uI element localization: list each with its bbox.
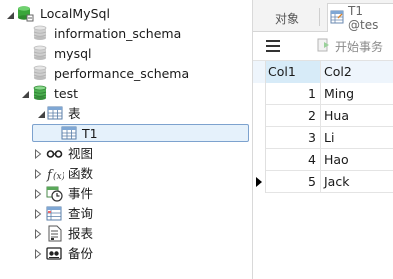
cell-col2[interactable]: Ming bbox=[321, 83, 393, 105]
row-gutter[interactable] bbox=[253, 127, 266, 149]
cell-col1[interactable]: 5 bbox=[266, 171, 321, 193]
folder-views-label[interactable]: 视图 bbox=[68, 144, 93, 164]
svg-text:(x): (x) bbox=[53, 171, 64, 182]
expand-arrow-icon[interactable] bbox=[33, 169, 43, 179]
expand-arrow-icon[interactable] bbox=[33, 229, 43, 239]
current-row-arrow-icon bbox=[256, 177, 262, 187]
cell-col2[interactable]: Jack bbox=[321, 171, 393, 193]
row-gutter[interactable] bbox=[253, 105, 266, 127]
table-editor-panel: 对象 T1 @tes 开始事务 Col1 Col2 1 Ming 2 Hua 3… bbox=[252, 0, 393, 279]
table-row[interactable]: 2 Hua bbox=[253, 105, 393, 127]
table-row[interactable]: 3 Li bbox=[253, 127, 393, 149]
row-gutter-header bbox=[253, 61, 266, 83]
database-item-test[interactable]: test bbox=[54, 84, 78, 104]
folder-queries-label[interactable]: 查询 bbox=[68, 204, 93, 224]
database-icon bbox=[33, 25, 49, 41]
cell-col1[interactable]: 3 bbox=[266, 127, 321, 149]
database-item-information-schema[interactable]: information_schema bbox=[54, 24, 181, 44]
expand-arrow-icon[interactable] bbox=[33, 249, 43, 259]
database-item-mysql[interactable]: mysql bbox=[54, 44, 92, 64]
collapse-arrow-icon[interactable] bbox=[36, 109, 46, 119]
tab-table-t1[interactable]: T1 @tes bbox=[327, 3, 393, 32]
collapse-arrow-icon[interactable] bbox=[5, 10, 15, 20]
row-gutter[interactable] bbox=[253, 171, 266, 193]
table-row[interactable]: 4 Hao bbox=[253, 149, 393, 171]
tab-t1-label: T1 @tes bbox=[348, 4, 379, 32]
expand-arrow-icon[interactable] bbox=[33, 149, 43, 159]
column-header-col2[interactable]: Col2 bbox=[321, 61, 393, 83]
connection-label[interactable]: LocalMySql bbox=[40, 4, 110, 24]
folder-events-label[interactable]: 事件 bbox=[68, 184, 93, 204]
backup-icon bbox=[46, 245, 62, 261]
folder-functions-label[interactable]: 函数 bbox=[68, 164, 93, 184]
tab-objects[interactable]: 对象 bbox=[275, 4, 299, 32]
tab-bar: 对象 T1 @tes bbox=[253, 0, 393, 32]
table-row[interactable]: 1 Ming bbox=[253, 83, 393, 105]
row-gutter[interactable] bbox=[253, 83, 266, 105]
cell-col2[interactable]: Hua bbox=[321, 105, 393, 127]
folder-reports-label[interactable]: 报表 bbox=[68, 224, 93, 244]
menu-icon[interactable] bbox=[266, 40, 282, 54]
row-gutter[interactable] bbox=[253, 149, 266, 171]
cell-col2[interactable]: Hao bbox=[321, 149, 393, 171]
cell-col2[interactable]: Li bbox=[321, 127, 393, 149]
cell-col1[interactable]: 4 bbox=[266, 149, 321, 171]
database-open-icon bbox=[33, 85, 49, 101]
cell-col1[interactable]: 1 bbox=[266, 83, 321, 105]
database-icon bbox=[33, 45, 49, 61]
begin-transaction-button[interactable]: 开始事务 bbox=[317, 38, 383, 55]
function-icon: f (x) bbox=[46, 165, 66, 183]
tab-divider bbox=[319, 8, 320, 26]
report-icon bbox=[47, 225, 63, 242]
database-item-performance-schema[interactable]: performance_schema bbox=[54, 64, 189, 84]
navigation-tree: LocalMySql information_schema mysql perf… bbox=[0, 0, 252, 279]
begin-transaction-label: 开始事务 bbox=[335, 40, 384, 54]
tables-folder-icon bbox=[47, 105, 63, 121]
expand-arrow-icon[interactable] bbox=[33, 189, 43, 199]
cell-col1[interactable]: 2 bbox=[266, 105, 321, 127]
collapse-arrow-icon[interactable] bbox=[20, 89, 30, 99]
column-header-col1[interactable]: Col1 bbox=[266, 61, 321, 83]
table-row[interactable]: 5 Jack bbox=[253, 171, 393, 193]
view-glasses-icon bbox=[46, 146, 63, 162]
begin-transaction-icon bbox=[317, 38, 331, 55]
database-icon bbox=[33, 65, 49, 81]
table-item-t1[interactable]: T1 bbox=[82, 124, 98, 144]
query-icon bbox=[46, 205, 62, 221]
table-tab-icon bbox=[330, 10, 344, 27]
tab-objects-label: 对象 bbox=[275, 11, 300, 26]
table-icon bbox=[61, 125, 77, 141]
tables-folder-label[interactable]: 表 bbox=[68, 104, 81, 124]
grid-header-row: Col1 Col2 bbox=[253, 61, 393, 83]
connection-icon bbox=[17, 5, 34, 22]
editor-toolbar: 开始事务 bbox=[253, 33, 393, 61]
folder-backups-label[interactable]: 备份 bbox=[68, 244, 93, 264]
expand-arrow-icon[interactable] bbox=[33, 209, 43, 219]
event-clock-icon bbox=[46, 185, 63, 202]
